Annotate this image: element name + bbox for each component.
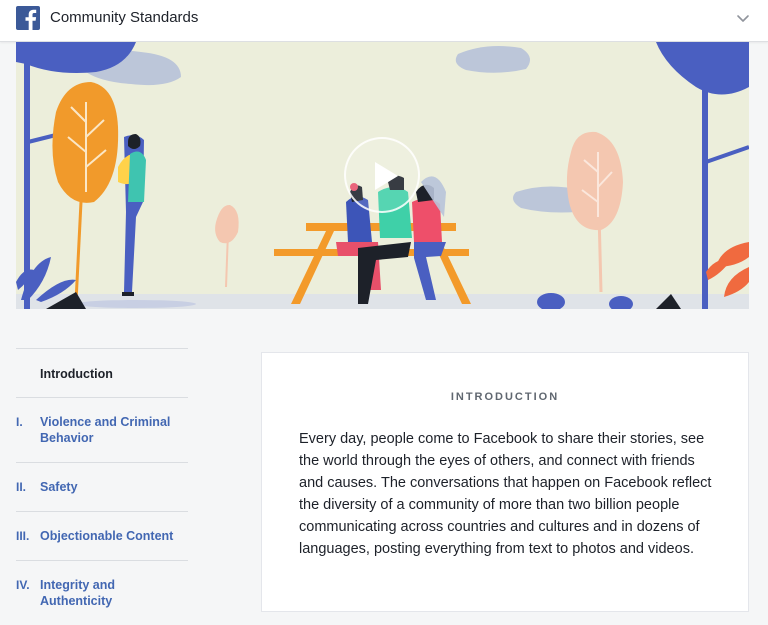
chevron-down-icon[interactable]	[734, 9, 752, 27]
sidebar-item-number: III.	[16, 529, 30, 543]
sidebar-item-number: I.	[16, 415, 23, 429]
sidebar-nav: Introduction I. Violence and Criminal Be…	[16, 348, 188, 625]
sidebar-item-label: Introduction	[40, 367, 113, 381]
hero-video[interactable]	[16, 42, 749, 309]
sidebar-item-number: IV.	[16, 578, 30, 592]
sidebar-item-integrity[interactable]: IV. Integrity and Authenticity	[16, 560, 188, 625]
sidebar-item-violence[interactable]: I. Violence and Criminal Behavior	[16, 397, 188, 462]
facebook-logo-icon[interactable]	[16, 6, 40, 30]
play-button[interactable]	[344, 137, 420, 213]
top-bar: Community Standards	[0, 0, 768, 42]
sidebar-item-label: Integrity and Authenticity	[40, 578, 116, 608]
play-icon	[375, 162, 398, 190]
page-title: Community Standards	[50, 9, 199, 26]
sidebar-item-label: Objectionable Content	[40, 529, 174, 543]
sidebar-item-label: Violence and Criminal Behavior	[40, 415, 171, 445]
intro-paragraph: Every day, people come to Facebook to sh…	[299, 431, 712, 557]
sidebar-item-safety[interactable]: II. Safety	[16, 462, 188, 511]
sidebar-item-introduction[interactable]: Introduction	[16, 348, 188, 397]
introduction-card: INTRODUCTION Every day, people come to F…	[261, 352, 749, 612]
sidebar-item-number: II.	[16, 480, 27, 494]
sidebar-item-objectionable-content[interactable]: III. Objectionable Content	[16, 511, 188, 560]
section-heading: INTRODUCTION	[450, 391, 560, 403]
sidebar-item-label: Safety	[40, 480, 78, 494]
